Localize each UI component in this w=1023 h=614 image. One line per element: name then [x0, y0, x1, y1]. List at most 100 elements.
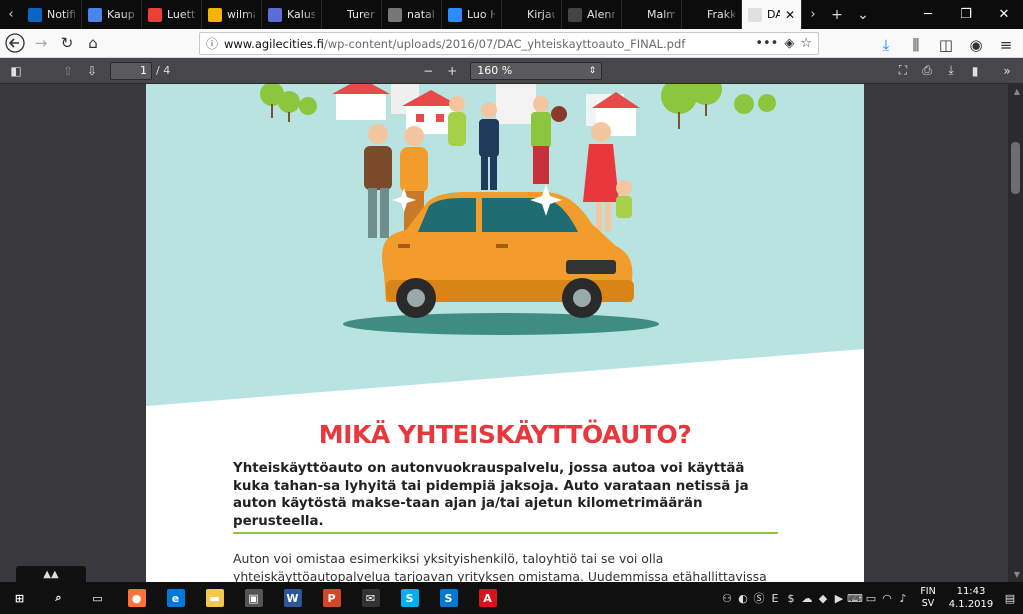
page-total: / 4	[156, 64, 171, 77]
tab[interactable]: Alenn	[562, 0, 622, 29]
tab-title: Kaupu	[107, 8, 135, 21]
bookmark-star-icon[interactable]: ☆	[800, 36, 812, 51]
word-icon: W	[283, 589, 302, 607]
tools-icon[interactable]: »	[995, 64, 1019, 78]
sidebar-toggle-icon[interactable]: ◧	[4, 64, 28, 78]
zoom-select[interactable]: 160 %	[470, 61, 603, 80]
tab-title: Frakk	[707, 8, 735, 21]
back-button[interactable]	[2, 30, 28, 56]
close-tab-icon[interactable]: ✕	[785, 8, 795, 22]
site-info-icon[interactable]: ⓘ	[200, 35, 224, 52]
network-icon[interactable]: ◠	[879, 592, 895, 605]
restore-button[interactable]: ❐	[947, 0, 985, 29]
store-taskbar-button[interactable]: ▣	[234, 582, 273, 614]
skype-taskbar-button[interactable]: S	[390, 582, 429, 614]
lead-paragraph: Yhteiskäyttöauto on autonvuokrauspalvelu…	[233, 461, 749, 529]
language-indicator[interactable]: FIN SV	[911, 586, 945, 610]
pdf-page: MIKÄ YHTEISKÄYTTÖAUTO? Yhteiskäyttöauto …	[146, 84, 864, 582]
zoom-out-icon[interactable]: −	[416, 64, 440, 78]
sidebar-icon[interactable]: ◫	[933, 32, 959, 58]
url-path: /wp-content/uploads/2016/07/DAC_yhteiska…	[323, 36, 686, 51]
powerpoint-taskbar-button[interactable]: P	[312, 582, 351, 614]
home-button[interactable]: ⌂	[80, 30, 106, 56]
tab-scroll-right-button[interactable]: ›	[802, 0, 824, 29]
tab[interactable]: Malmin ha	[622, 0, 682, 29]
page-number-input[interactable]: 1	[110, 61, 152, 80]
cloud-icon	[448, 7, 462, 22]
keyboard-tray-icon[interactable]: ⌨	[847, 592, 863, 605]
display-tray-icon[interactable]: ▭	[863, 592, 879, 605]
library-icon[interactable]: ⫼	[903, 32, 929, 58]
menu-icon[interactable]: ≡	[993, 32, 1019, 58]
body-paragraph: Auton voi omistaa esimerkiksi yksityishe…	[233, 551, 767, 582]
tab[interactable]: Turer	[322, 0, 382, 29]
tab[interactable]: Frakk	[682, 0, 742, 29]
previous-page-icon[interactable]: ⇧	[56, 64, 80, 78]
scroll-up-icon[interactable]: ▲	[1014, 87, 1020, 96]
search-taskbar-button[interactable]: ⌕	[39, 582, 78, 614]
dropbox-tray-icon[interactable]: ◆	[815, 592, 831, 605]
zoom-in-icon[interactable]: +	[440, 64, 464, 78]
close-window-button[interactable]: ✕	[985, 0, 1023, 29]
skype-business-taskbar-button[interactable]: S	[429, 582, 468, 614]
firefox-taskbar-button[interactable]: ●	[117, 582, 156, 614]
acrobat-taskbar-button[interactable]: A	[468, 582, 507, 614]
evernote-tray-icon[interactable]: E	[767, 592, 783, 605]
people-icon[interactable]: ⚇	[719, 592, 735, 605]
edge-icon: e	[166, 589, 185, 607]
pdf-viewer: MIKÄ YHTEISKÄYTTÖAUTO? Yhteiskäyttöauto …	[0, 84, 1023, 582]
print-icon[interactable]: ⎙	[915, 63, 939, 78]
next-page-icon[interactable]: ⇩	[80, 64, 104, 78]
bookmark-icon[interactable]: ▮	[963, 64, 987, 78]
tab-active[interactable]: DAC_yh ✕	[742, 0, 802, 29]
tab[interactable]: wilma	[202, 0, 262, 29]
tab[interactable]: Kirjaudu	[502, 0, 562, 29]
tab[interactable]: Kalust	[262, 0, 322, 29]
tab[interactable]: Luetta	[142, 0, 202, 29]
reload-button[interactable]: ↻	[54, 30, 80, 56]
tray-app-icon[interactable]: ◐	[735, 592, 751, 605]
explorer-taskbar-button[interactable]: ▬	[195, 582, 234, 614]
notifications-icon[interactable]: ▤	[997, 592, 1023, 605]
downloads-icon[interactable]: ⤓	[873, 32, 899, 58]
skype-tray-icon[interactable]: Ⓢ	[751, 590, 767, 606]
minimize-button[interactable]: ─	[909, 0, 947, 29]
pocket-icon[interactable]: ◈	[784, 36, 794, 51]
media-tray-icon[interactable]: ▶	[831, 592, 847, 605]
mail-taskbar-button[interactable]: ✉	[351, 582, 390, 614]
dollar-tray-icon[interactable]: $	[783, 592, 799, 605]
volume-icon[interactable]: ♪	[895, 592, 911, 605]
download-icon[interactable]: ⤓	[939, 63, 963, 78]
divider	[233, 532, 778, 534]
skype-icon: S	[400, 589, 419, 607]
start-icon: ⊞	[10, 589, 29, 607]
forward-button[interactable]: →	[28, 30, 54, 56]
scrollbar-thumb[interactable]	[1011, 142, 1020, 194]
tab-title: Turer	[347, 8, 375, 21]
account-icon[interactable]: ◉	[963, 32, 989, 58]
cloud-tray-icon[interactable]: ☁	[799, 592, 815, 605]
tab-list-button[interactable]: ⌄	[850, 0, 876, 29]
vertical-scrollbar[interactable]: ▲ ▼	[1008, 84, 1023, 582]
clock[interactable]: 11:43 4.1.2019	[945, 585, 997, 611]
tab[interactable]: natalie	[382, 0, 442, 29]
tab-title: Malmin ha	[647, 8, 675, 21]
forms-icon	[268, 7, 282, 22]
task-view-taskbar-button[interactable]: ▭	[78, 582, 117, 614]
task-view-icon: ▭	[88, 589, 107, 607]
edge-taskbar-button[interactable]: e	[156, 582, 195, 614]
scroll-down-icon[interactable]: ▼	[1014, 570, 1020, 579]
store-icon: ▣	[244, 589, 263, 607]
tab[interactable]: Notifi	[22, 0, 82, 29]
url-bar[interactable]: ⓘ www.agilecities.fi/wp-content/uploads/…	[199, 32, 819, 55]
floating-toolbar-handle[interactable]: ▲▲	[16, 566, 86, 582]
start-taskbar-button[interactable]: ⊞	[0, 582, 39, 614]
tab[interactable]: Luo H	[442, 0, 502, 29]
page-actions-icon[interactable]: •••	[755, 36, 778, 51]
new-tab-button[interactable]: +	[824, 0, 850, 29]
tab-scroll-left-button[interactable]: ‹	[0, 0, 22, 29]
word-taskbar-button[interactable]: W	[273, 582, 312, 614]
url-host: www.agilecities.fi	[224, 36, 324, 51]
presentation-mode-icon[interactable]: ⛶	[891, 63, 915, 78]
tab[interactable]: Kaupu	[82, 0, 142, 29]
